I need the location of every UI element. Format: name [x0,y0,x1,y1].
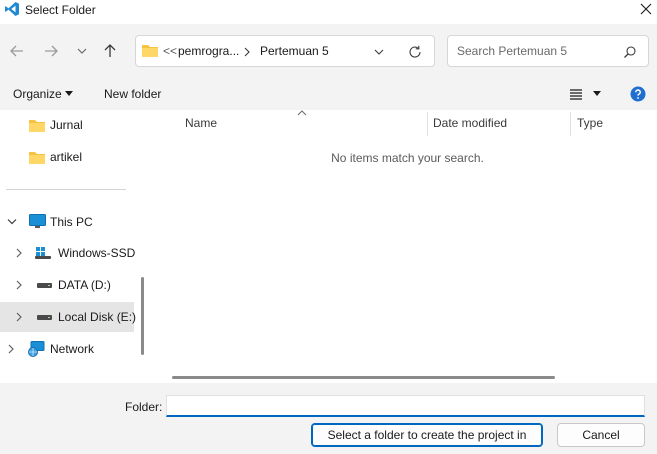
select-folder-button[interactable]: Select a folder to create the project in [311,423,543,447]
recent-locations-chevron-icon[interactable] [73,42,91,60]
address-dropdown-icon[interactable] [373,46,385,58]
folder-icon [29,152,45,164]
cancel-button[interactable]: Cancel [557,423,645,447]
help-icon[interactable] [630,86,646,102]
column-separator[interactable] [427,112,428,136]
sidebar-item-this-pc[interactable]: This PC [0,207,134,237]
folder-icon [29,120,45,132]
search-icon[interactable] [623,45,637,59]
column-header-type[interactable]: Type [577,116,603,130]
title-bar: Select Folder [0,0,657,22]
navigation-pane: Jurnal artikel This PC Windows-SSD DATA … [0,110,145,383]
sidebar-item-jurnal[interactable]: Jurnal [0,110,134,140]
sidebar-item-label: Windows-SSD [58,246,136,260]
windows-drive-icon [35,247,51,259]
empty-message: No items match your search. [331,151,484,165]
chevron-right-icon[interactable] [15,248,23,258]
sidebar-scrollbar[interactable] [141,277,144,355]
organize-dropdown-icon[interactable] [65,91,73,97]
command-bar: Organize New folder [0,77,657,110]
sidebar-item-data-d[interactable]: DATA (D:) [0,270,134,300]
chevron-right-icon[interactable] [7,344,15,354]
vscode-logo-icon [5,2,19,16]
sidebar-item-label: artikel [50,150,83,164]
close-icon[interactable] [636,0,656,20]
pc-icon [29,214,46,228]
chevron-right-icon[interactable] [15,312,23,322]
address-overflow[interactable]: << [163,44,177,58]
view-dropdown-icon[interactable] [593,91,601,97]
sidebar-item-windows-ssd[interactable]: Windows-SSD [0,238,136,268]
sort-ascending-icon [297,110,307,116]
dialog-footer: Folder: Select a folder to create the pr… [0,383,657,454]
sidebar-item-label: Local Disk (E:) [58,310,137,324]
column-header-name[interactable]: Name [185,116,217,130]
refresh-icon[interactable] [407,44,423,60]
navigation-bar: << pemrogra... Pertemuan 5 Search Pertem… [0,24,657,77]
back-arrow-icon[interactable] [8,42,26,60]
forward-arrow-icon[interactable] [42,42,60,60]
network-icon [28,341,45,357]
folder-icon [142,45,158,57]
sidebar-item-local-disk-e[interactable]: Local Disk (E:) [0,302,137,332]
column-header-date-modified[interactable]: Date modified [433,116,507,130]
address-bar[interactable]: << pemrogra... Pertemuan 5 [135,35,435,67]
sidebar-item-network[interactable]: Network [0,334,134,364]
drive-icon [37,315,52,320]
sidebar-item-label: Jurnal [50,118,83,132]
up-arrow-icon[interactable] [101,42,119,60]
window-title: Select Folder [25,3,96,17]
drive-icon [37,283,52,288]
breadcrumb-item[interactable]: Pertemuan 5 [260,44,329,58]
chevron-down-icon[interactable] [7,218,17,226]
breadcrumb-item[interactable]: pemrogra... [178,44,239,58]
organize-button[interactable]: Organize [13,87,62,101]
file-list: Name Date modified Type No items match y… [155,110,657,383]
folder-name-input[interactable] [166,395,645,417]
search-field[interactable]: Search Pertemuan 5 [447,35,649,67]
chevron-right-icon[interactable] [15,280,23,290]
horizontal-scrollbar[interactable] [172,376,555,379]
breadcrumb-separator-icon [244,47,250,57]
sidebar-item-label: Network [50,342,95,356]
folder-label: Folder: [125,400,163,414]
search-placeholder[interactable]: Search Pertemuan 5 [457,44,567,58]
sidebar-item-label: DATA (D:) [58,278,111,292]
sidebar-item-artikel[interactable]: artikel [0,142,134,172]
new-folder-button[interactable]: New folder [104,87,161,101]
sidebar-item-label: This PC [50,215,93,229]
view-list-icon[interactable] [569,88,583,100]
sidebar-divider [6,189,126,190]
column-separator[interactable] [570,112,571,136]
